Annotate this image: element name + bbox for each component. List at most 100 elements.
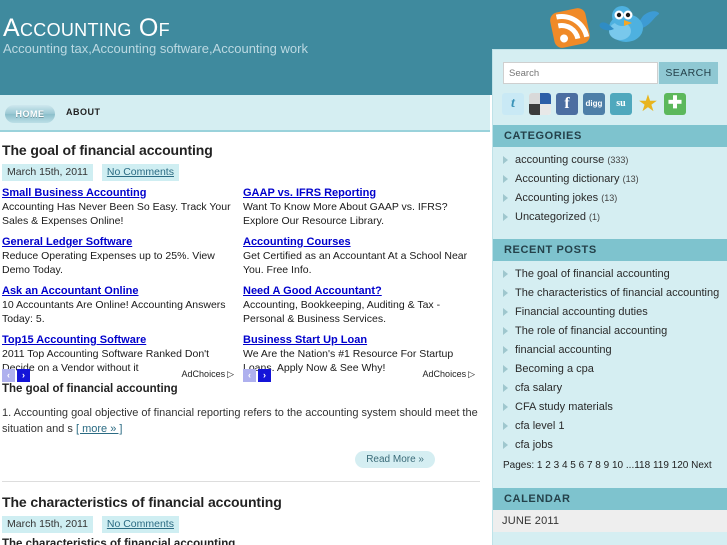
recent-post-label: Becoming a cpa — [515, 363, 594, 375]
post-title[interactable]: The characteristics of financial account… — [2, 494, 480, 510]
read-more-wrap: Read More » — [2, 449, 480, 468]
pagination-links[interactable]: 1 2 3 4 5 6 7 8 9 10 ...118 119 120 Next — [537, 460, 712, 471]
chevron-right-icon — [503, 175, 508, 183]
adchoices-triangle-icon: ▷ — [468, 369, 475, 379]
facebook-icon[interactable]: f — [556, 93, 578, 115]
adchoices-label[interactable]: AdChoices ▷ — [182, 369, 234, 380]
addthis-plus-icon[interactable]: ✚ — [664, 93, 686, 115]
recent-post-label: CFA study materials — [515, 401, 613, 413]
category-label: Accounting dictionary — [515, 173, 620, 185]
ad-item[interactable]: Ask an Accountant Online 10 Accountants … — [2, 284, 234, 326]
stumbleupon-icon[interactable]: su — [610, 93, 632, 115]
calendar-month: JUNE 2011 — [493, 510, 727, 532]
chevron-right-icon — [503, 422, 508, 430]
sidebar-item-recent-post[interactable]: The characteristics of financial account… — [493, 284, 727, 303]
favorites-star-icon[interactable]: ★ — [637, 93, 659, 115]
sidebar-item-recent-post[interactable]: Becoming a cpa — [493, 360, 727, 379]
sidebar-item-category[interactable]: Uncategorized (1) — [493, 208, 727, 227]
ad-item[interactable]: General Ledger Software Reduce Operating… — [2, 235, 234, 277]
sidebar-item-recent-post[interactable]: The role of financial accounting — [493, 322, 727, 341]
category-label: Uncategorized — [515, 211, 586, 223]
sidebar-item-recent-post[interactable]: cfa level 1 — [493, 417, 727, 436]
ad-description: 10 Accountants Are Online! Accounting An… — [2, 299, 226, 325]
post-subtitle: The characteristics of financial account… — [2, 538, 236, 545]
ad-headline[interactable]: Accounting Courses — [243, 235, 475, 249]
post-comments-link[interactable]: No Comments — [107, 518, 174, 530]
sidebar-item-recent-post[interactable]: cfa salary — [493, 379, 727, 398]
sidebar-item-category[interactable]: Accounting dictionary (13) — [493, 170, 727, 189]
ad-description: Accounting, Bookkeeping, Auditing & Tax … — [243, 299, 441, 325]
ad-headline[interactable]: General Ledger Software — [2, 235, 234, 249]
rss-feed-icon[interactable] — [550, 4, 596, 50]
adchoices-text: AdChoices — [422, 369, 467, 379]
social-links: t f digg su ★ ✚ — [502, 93, 727, 115]
post-comments[interactable]: No Comments — [101, 516, 179, 533]
sidebar-item-recent-post[interactable]: Financial accounting duties — [493, 303, 727, 322]
sidebar-item-recent-post[interactable]: financial accounting — [493, 341, 727, 360]
post-comments-link[interactable]: No Comments — [107, 166, 174, 178]
ad-headline[interactable]: Business Start Up Loan — [243, 333, 475, 347]
search-input[interactable] — [503, 62, 658, 84]
ad-column-left: Small Business Accounting Accounting Has… — [2, 186, 234, 382]
ad-block: Small Business Accounting Accounting Has… — [2, 186, 480, 382]
search-widget: SEARCH — [503, 62, 718, 84]
nav-item-about[interactable]: ABOUT — [66, 107, 101, 117]
categories-heading: CATEGORIES — [493, 125, 727, 147]
ad-description: Want To Know More About GAAP vs. IFRS? E… — [243, 201, 448, 227]
sidebar-item-category[interactable]: Accounting jokes (13) — [493, 189, 727, 208]
nav-item-home[interactable]: HOME — [5, 105, 55, 123]
delicious-icon[interactable] — [529, 93, 551, 115]
read-more-button[interactable]: Read More » — [355, 451, 435, 468]
ad-item[interactable]: Accounting Courses Get Certified as an A… — [243, 235, 475, 277]
ad-description: Get Certified as an Accountant At a Scho… — [243, 250, 468, 276]
pagination-label: Pages: — [503, 460, 535, 471]
ad-prev-icon[interactable]: ‹ — [243, 369, 256, 382]
adchoices-label[interactable]: AdChoices ▷ — [423, 369, 475, 380]
ad-pager[interactable]: ‹ › — [2, 369, 30, 387]
ad-next-icon[interactable]: › — [258, 369, 271, 382]
main-content: The goal of financial accounting March 1… — [0, 134, 490, 545]
search-button[interactable]: SEARCH — [659, 62, 718, 84]
ad-item[interactable]: Small Business Accounting Accounting Has… — [2, 186, 234, 228]
calendar-strip — [493, 532, 727, 538]
ad-item[interactable]: GAAP vs. IFRS Reporting Want To Know Mor… — [243, 186, 475, 228]
category-count: (13) — [601, 193, 618, 203]
recent-posts-heading: RECENT POSTS — [493, 239, 727, 261]
chevron-right-icon — [503, 346, 508, 354]
pagination[interactable]: Pages: 1 2 3 4 5 6 7 8 9 10 ...118 119 1… — [493, 457, 727, 478]
sidebar: SEARCH t fdiggsu★✚ CATEGORIES accounting … — [492, 49, 727, 545]
ad-prev-icon[interactable]: ‹ — [2, 369, 15, 382]
post-date: March 15th, 2011 — [2, 164, 93, 181]
ad-column-right: GAAP vs. IFRS Reporting Want To Know Mor… — [243, 186, 475, 382]
chevron-right-icon — [503, 308, 508, 316]
ad-description: Reduce Operating Expenses up to 25%. Vie… — [2, 250, 215, 276]
twitter-bird-icon[interactable] — [598, 0, 660, 50]
post-excerpt: 1. Accounting goal objective of financia… — [2, 405, 480, 437]
post-more-link[interactable]: [ more » ] — [76, 423, 122, 435]
twitter-icon[interactable]: t — [502, 93, 524, 115]
sidebar-item-recent-post[interactable]: CFA study materials — [493, 398, 727, 417]
sidebar-item-recent-post[interactable]: cfa jobs — [493, 436, 727, 455]
page-root: Accounting Of Accounting tax,Accounting … — [0, 0, 727, 545]
ad-item[interactable]: Need A Good Accountant? Accounting, Book… — [243, 284, 475, 326]
ad-headline[interactable]: Need A Good Accountant? — [243, 284, 475, 298]
chevron-right-icon — [503, 441, 508, 449]
ad-headline[interactable]: Top15 Accounting Software — [2, 333, 234, 347]
ad-description: Accounting Has Never Been So Easy. Track… — [2, 201, 231, 227]
chevron-right-icon — [503, 194, 508, 202]
ad-pager[interactable]: ‹ › — [243, 369, 271, 387]
ad-next-icon[interactable]: › — [17, 369, 30, 382]
ad-headline[interactable]: GAAP vs. IFRS Reporting — [243, 186, 475, 200]
ad-headline[interactable]: Small Business Accounting — [2, 186, 234, 200]
post-comments[interactable]: No Comments — [101, 164, 179, 181]
ad-headline[interactable]: Ask an Accountant Online — [2, 284, 234, 298]
post-title[interactable]: The goal of financial accounting — [2, 142, 480, 158]
sidebar-item-recent-post[interactable]: The goal of financial accounting — [493, 265, 727, 284]
post-excerpt-text: 1. Accounting goal objective of financia… — [2, 407, 478, 435]
post-meta: March 15th, 2011 No Comments — [2, 164, 480, 181]
adchoices-triangle-icon: ▷ — [227, 369, 234, 379]
sidebar-item-category[interactable]: accounting course (333) — [493, 151, 727, 170]
chevron-right-icon — [503, 289, 508, 297]
digg-icon[interactable]: digg — [583, 93, 605, 115]
chevron-right-icon — [503, 327, 508, 335]
